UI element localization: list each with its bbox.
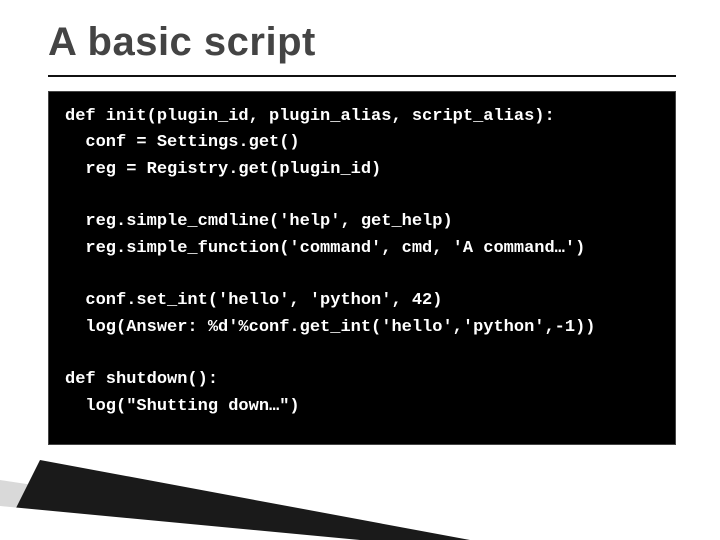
slide: A basic script def init(plugin_id, plugi… — [0, 0, 720, 540]
code-block: def init(plugin_id, plugin_alias, script… — [48, 91, 676, 445]
slide-title: A basic script — [48, 20, 680, 65]
title-underline — [48, 75, 676, 77]
